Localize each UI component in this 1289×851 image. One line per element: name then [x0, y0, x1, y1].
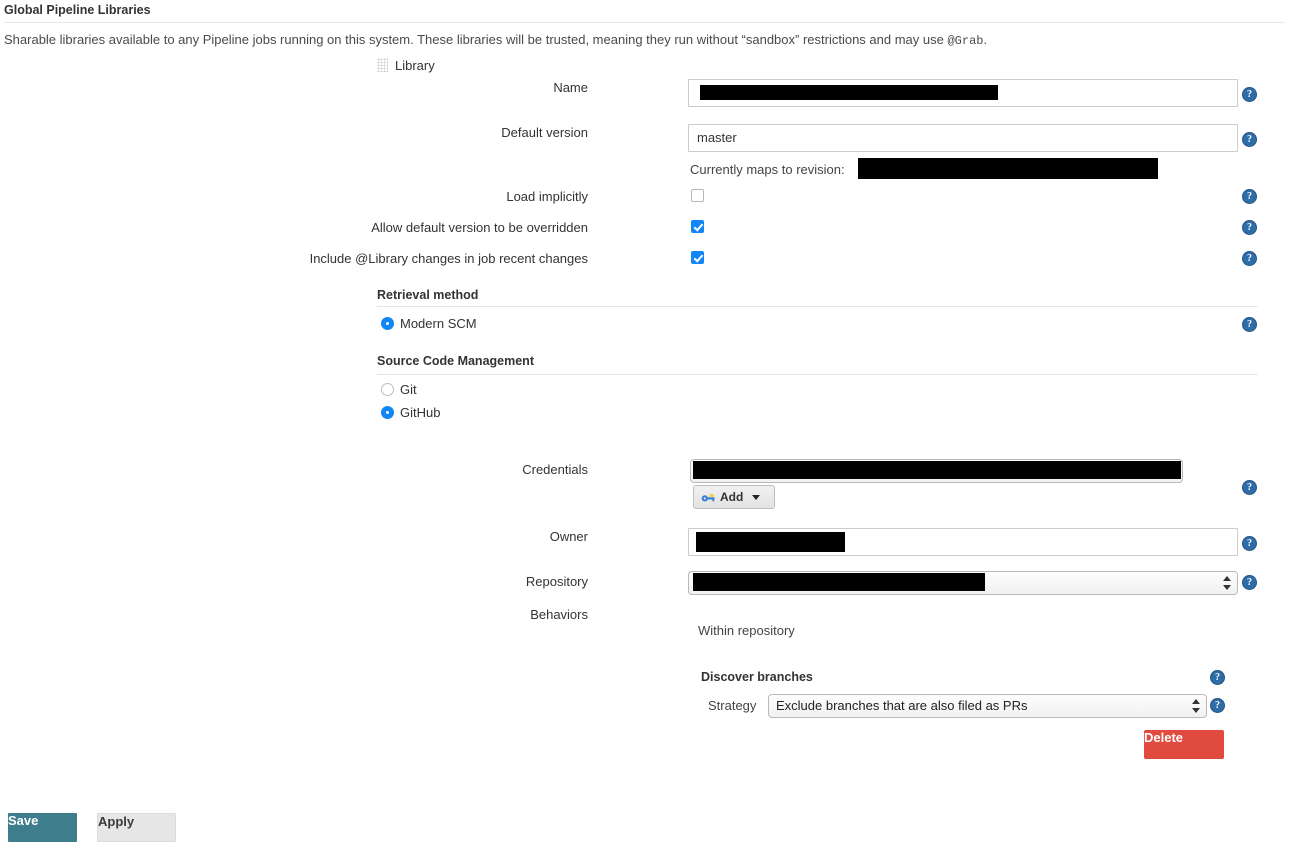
delete-behavior-button[interactable]: Delete	[1144, 730, 1224, 759]
radio-modern-scm-label: Modern SCM	[400, 316, 477, 331]
add-credentials-button[interactable]: Add	[693, 485, 775, 509]
credentials-label: Credentials	[522, 462, 588, 477]
clipped-next-behavior-row	[700, 790, 1230, 804]
help-icon-default-version[interactable]: ?	[1242, 132, 1257, 147]
help-icon-name[interactable]: ?	[1242, 87, 1257, 102]
repository-value-redacted	[693, 573, 985, 591]
add-credentials-label: Add	[720, 490, 744, 504]
page-description: Sharable libraries available to any Pipe…	[4, 32, 1254, 48]
grab-annotation-code: @Grab	[947, 34, 984, 48]
repository-label: Repository	[525, 574, 588, 589]
include-changes-label: Include @Library changes in job recent c…	[309, 251, 588, 266]
strategy-value: Exclude branches that are also filed as …	[776, 698, 1028, 713]
owner-value-redacted	[696, 532, 845, 552]
load-implicitly-checkbox[interactable]	[691, 189, 704, 202]
library-group-label: Library	[395, 58, 435, 73]
include-changes-checkbox[interactable]	[691, 251, 704, 264]
help-icon-modern-scm[interactable]: ?	[1242, 317, 1257, 332]
retrieval-method-divider	[377, 306, 1258, 307]
library-drag-handle-icon[interactable]	[377, 58, 388, 72]
help-icon-allow-override[interactable]: ?	[1242, 220, 1257, 235]
repository-spinner-icon	[1223, 576, 1231, 590]
save-button[interactable]: Save	[8, 813, 77, 842]
help-icon-discover-branches[interactable]: ?	[1210, 670, 1225, 685]
currently-maps-value-redacted	[858, 158, 1158, 179]
discover-branches-title: Discover branches	[701, 670, 813, 684]
radio-github[interactable]	[381, 406, 394, 419]
name-label: Name	[553, 80, 588, 95]
load-implicitly-label: Load implicitly	[506, 189, 588, 204]
behaviors-group-title: Within repository	[698, 623, 795, 638]
global-pipeline-libraries-page: Global Pipeline Libraries Sharable libra…	[0, 0, 1289, 851]
currently-maps-label: Currently maps to revision:	[690, 162, 845, 177]
scm-divider	[377, 374, 1258, 375]
description-text-before: Sharable libraries available to any Pipe…	[4, 32, 948, 47]
help-icon-strategy[interactable]: ?	[1210, 698, 1225, 713]
radio-git-label: Git	[400, 382, 417, 397]
help-icon-credentials[interactable]: ?	[1242, 480, 1257, 495]
scm-heading: Source Code Management	[377, 354, 534, 368]
default-version-input[interactable]: master	[688, 124, 1238, 152]
help-icon-load-implicitly[interactable]: ?	[1242, 189, 1257, 204]
radio-git[interactable]	[381, 383, 394, 396]
strategy-spinner-icon	[1192, 699, 1200, 713]
radio-github-label: GitHub	[400, 405, 441, 420]
help-icon-owner[interactable]: ?	[1242, 536, 1257, 551]
page-title: Global Pipeline Libraries	[4, 3, 151, 17]
radio-modern-scm[interactable]	[381, 317, 394, 330]
strategy-select[interactable]: Exclude branches that are also filed as …	[768, 694, 1207, 718]
allow-override-checkbox[interactable]	[691, 220, 704, 233]
allow-override-label: Allow default version to be overridden	[371, 220, 588, 235]
title-divider	[4, 22, 1285, 23]
apply-button[interactable]: Apply	[97, 813, 176, 842]
behaviors-label: Behaviors	[530, 607, 588, 622]
help-icon-include-changes[interactable]: ?	[1242, 251, 1257, 266]
default-version-label: Default version	[501, 125, 588, 140]
description-text-after: .	[983, 32, 988, 47]
owner-label: Owner	[549, 529, 588, 544]
name-value-redacted	[700, 85, 998, 100]
retrieval-method-heading: Retrieval method	[377, 288, 479, 302]
chevron-down-icon	[751, 495, 760, 501]
strategy-label: Strategy	[708, 698, 757, 713]
key-icon	[701, 494, 715, 502]
help-icon-repository[interactable]: ?	[1242, 575, 1257, 590]
credentials-value-redacted	[693, 461, 1181, 479]
